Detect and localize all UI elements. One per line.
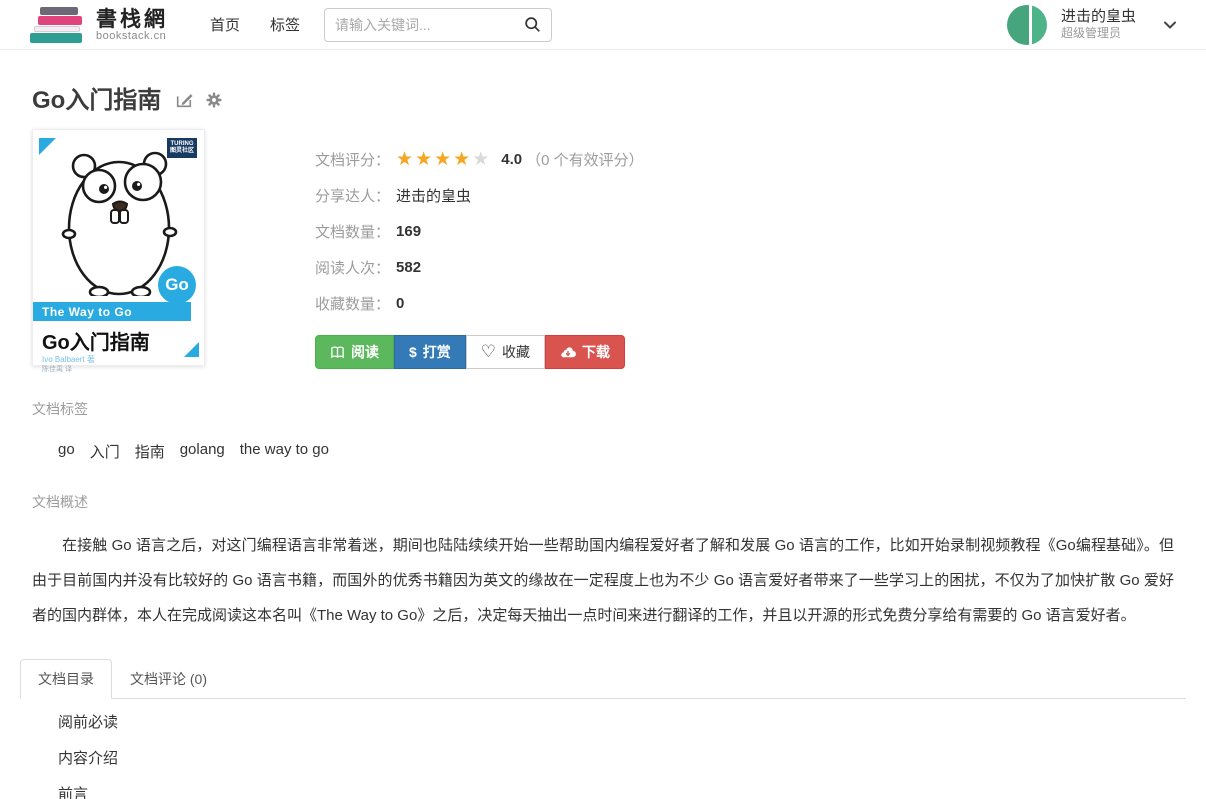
star-icon[interactable]: ★: [434, 150, 453, 169]
tab-toc[interactable]: 文档目录: [20, 659, 112, 699]
reward-button[interactable]: $ 打赏: [394, 335, 466, 369]
star-icon[interactable]: ★: [453, 150, 472, 169]
star-icon[interactable]: ★: [396, 150, 415, 169]
cover-translator: 陈佳禹 译: [42, 364, 72, 374]
cloud-download-icon: [560, 345, 576, 359]
toc-list: 阅前必读 内容介绍 前言 第1章：Go 语言的起源，发展与普及 第2章：安装与运…: [32, 705, 1174, 799]
avatar[interactable]: [1007, 5, 1047, 45]
share-author[interactable]: 进击的皇虫: [396, 185, 471, 206]
search-icon[interactable]: [524, 16, 541, 33]
nav-item-tags[interactable]: 标签: [270, 14, 300, 35]
rating-stars[interactable]: ★ ★ ★ ★ ★: [396, 150, 491, 169]
bookstack-logo-icon: [28, 6, 86, 44]
book-icon: [330, 345, 345, 360]
site-title: 書栈網: [96, 8, 168, 30]
stat-fav-count: 收藏数量： 0: [315, 285, 644, 321]
tab-comments[interactable]: 文档评论 (0): [112, 659, 225, 699]
tag-item[interactable]: 入门: [90, 441, 120, 462]
rating-label: 文档评分：: [315, 149, 390, 170]
search-box: [324, 8, 552, 42]
book-cover[interactable]: TURING 图灵社区: [32, 129, 205, 366]
rating-value: 4.0: [501, 151, 522, 168]
nav-item-home[interactable]: 首页: [210, 14, 240, 35]
download-button[interactable]: 下载: [545, 335, 625, 369]
search-input[interactable]: [335, 17, 524, 33]
heart-icon: ♡: [481, 342, 496, 362]
stat-read-count: 阅读人次： 582: [315, 249, 644, 285]
user-name: 进击的皇虫: [1061, 8, 1136, 25]
dollar-icon: $: [409, 344, 417, 360]
cover-title: Go入门指南: [42, 326, 150, 355]
tag-item[interactable]: 指南: [135, 441, 165, 462]
toc-item[interactable]: 内容介绍: [58, 741, 1174, 777]
edit-icon[interactable]: [175, 91, 193, 109]
star-icon[interactable]: ★: [415, 150, 434, 169]
chevron-down-icon[interactable]: [1162, 17, 1178, 33]
overview-heading: 文档概述: [32, 492, 1174, 512]
user-role: 超级管理员: [1061, 25, 1136, 42]
favorite-button[interactable]: ♡ 收藏: [466, 335, 545, 369]
stat-author: 分享达人： 进击的皇虫: [315, 177, 644, 213]
site-logo[interactable]: 書栈網 bookstack.cn: [28, 6, 168, 44]
tag-item[interactable]: go: [58, 441, 75, 462]
page-title: Go入门指南: [32, 80, 161, 115]
cover-corner-triangle: [39, 138, 56, 155]
go-logo-circle: Go: [158, 266, 196, 304]
star-icon[interactable]: ★: [472, 150, 491, 169]
read-button[interactable]: 阅读: [315, 335, 394, 369]
action-buttons: 阅读 $ 打赏 ♡ 收藏 下载: [315, 335, 625, 369]
tags-heading: 文档标签: [32, 399, 1174, 419]
content-tabs: 文档目录 文档评论 (0): [20, 659, 1186, 699]
tag-item[interactable]: golang: [180, 441, 225, 462]
tag-list: go 入门 指南 golang the way to go: [32, 441, 1174, 462]
cover-corner-triangle-bottom: [184, 342, 199, 357]
rating-count: （0 个有效评分）: [526, 149, 644, 170]
gear-icon[interactable]: [205, 91, 223, 109]
stat-doc-count: 文档数量： 169: [315, 213, 644, 249]
stat-rating: 文档评分： ★ ★ ★ ★ ★ 4.0 （0 个有效评分）: [315, 141, 644, 177]
site-domain: bookstack.cn: [96, 30, 168, 42]
user-menu[interactable]: 进击的皇虫 超级管理员: [1007, 5, 1178, 45]
top-header: 書栈網 bookstack.cn 首页 标签 进击的皇虫 超级管理员: [0, 0, 1206, 50]
overview-text: 在接触 Go 语言之后，对这门编程语言非常着迷，期间也陆陆续续开始一些帮助国内编…: [32, 528, 1174, 633]
toc-item[interactable]: 前言: [58, 777, 1174, 799]
cover-series-banner: The Way to Go: [33, 302, 191, 321]
main-nav: 首页 标签: [210, 14, 300, 35]
tag-item[interactable]: the way to go: [240, 441, 329, 462]
toc-item[interactable]: 阅前必读: [58, 705, 1174, 741]
